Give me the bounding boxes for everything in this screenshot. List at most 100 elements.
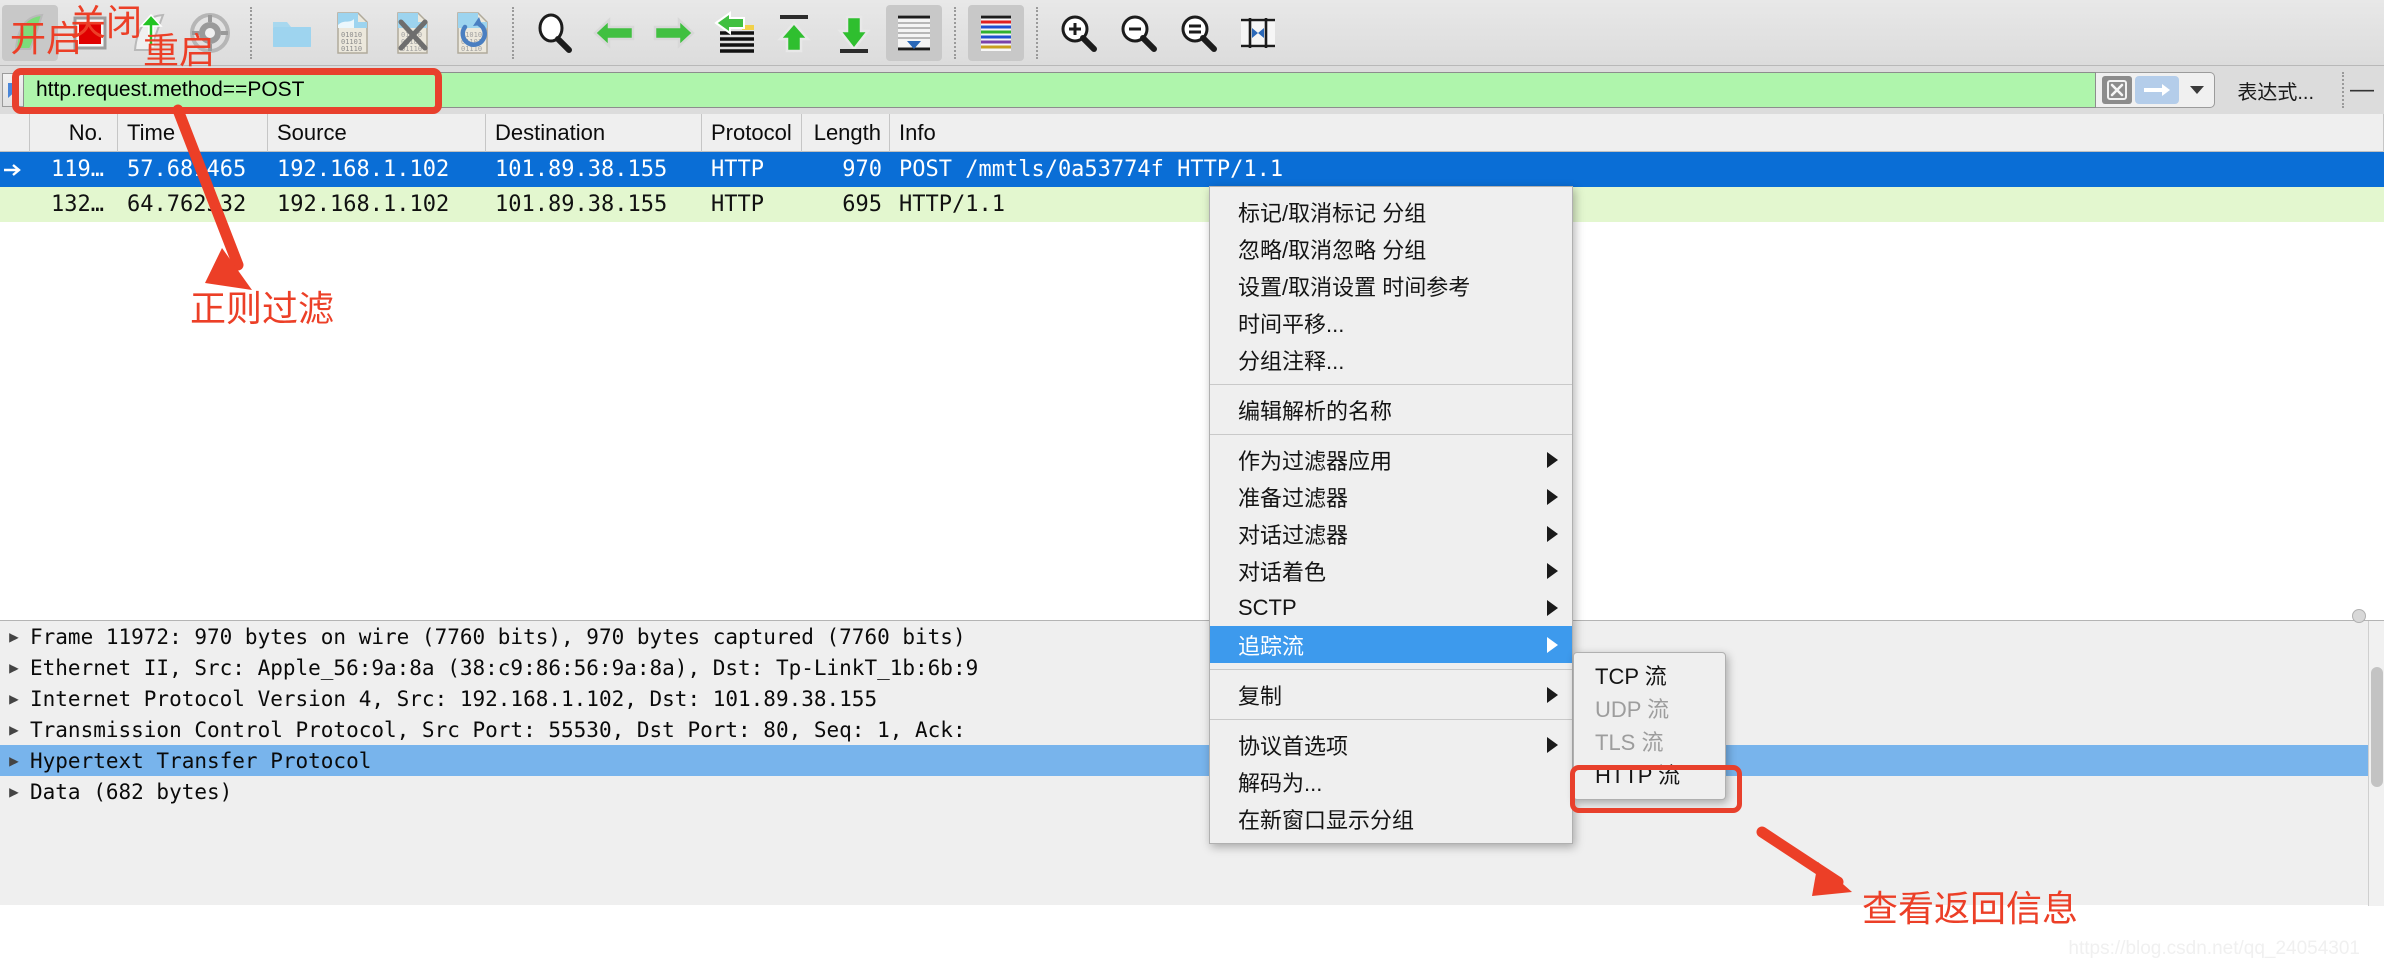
detail-text: Frame 11972: 970 bytes on wire (7760 bit… — [28, 625, 966, 649]
filter-separator — [2342, 72, 2344, 108]
main-toolbar: 01010 01101 01110 01010 01101 01110 0101… — [0, 0, 2384, 66]
column-header-info[interactable]: Info — [890, 114, 2384, 152]
filter-expression-button[interactable]: 表达式... — [2215, 76, 2336, 105]
column-header-length[interactable]: Length — [802, 114, 890, 152]
cell-length: 970 — [802, 152, 890, 187]
detail-row-ethernet[interactable]: ▶ Ethernet II, Src: Apple_56:9a:8a (38:c… — [0, 652, 2384, 683]
detail-row-data[interactable]: ▶ Data (682 bytes) — [0, 776, 2384, 807]
goto-packet-icon — [710, 11, 758, 55]
menu-item-packet-comment[interactable]: 分组注释... — [1210, 341, 1572, 378]
menu-item-mark-packet[interactable]: 标记/取消标记 分组 — [1210, 193, 1572, 230]
menu-item-label: 标记/取消标记 分组 — [1238, 196, 1558, 228]
table-row[interactable]: 132… 64.762332 192.168.1.102 101.89.38.1… — [0, 187, 2384, 222]
column-header-source[interactable]: Source — [268, 114, 486, 152]
file-close-icon: 01010 01101 01110 — [392, 10, 432, 56]
menu-item-show-packet-in-new-window[interactable]: 在新窗口显示分组 — [1210, 800, 1572, 837]
packet-context-menu[interactable]: 标记/取消标记 分组 忽略/取消忽略 分组 设置/取消设置 时间参考 时间平移.… — [1209, 186, 1573, 844]
apply-filter-button[interactable] — [2135, 76, 2179, 104]
expand-triangle-icon[interactable]: ▶ — [0, 689, 28, 708]
submenu-arrow-icon — [1547, 489, 1558, 505]
menu-item-ignore-packet[interactable]: 忽略/取消忽略 分组 — [1210, 230, 1572, 267]
submenu-arrow-icon — [1547, 526, 1558, 542]
menu-separator — [1210, 719, 1572, 720]
menu-item-prepare-filter[interactable]: 准备过滤器 — [1210, 478, 1572, 515]
cell-destination: 101.89.38.155 — [486, 187, 702, 222]
save-file-button[interactable]: 01010 01101 01110 — [324, 5, 380, 61]
submenu-arrow-icon — [1547, 600, 1558, 616]
scrollbar-thumb[interactable] — [2371, 667, 2383, 787]
menu-item-protocol-preferences[interactable]: 协议首选项 — [1210, 726, 1572, 763]
auto-scroll-button[interactable] — [886, 5, 942, 61]
cell-source: 192.168.1.102 — [268, 152, 486, 187]
menu-item-edit-resolved-name[interactable]: 编辑解析的名称 — [1210, 391, 1572, 428]
go-forward-button[interactable] — [646, 5, 702, 61]
detail-row-tcp[interactable]: ▶ Transmission Control Protocol, Src Por… — [0, 714, 2384, 745]
go-back-button[interactable] — [586, 5, 642, 61]
chevron-down-icon — [2189, 85, 2205, 95]
menu-item-label: 编辑解析的名称 — [1238, 394, 1558, 426]
display-filter-input[interactable] — [24, 73, 2095, 107]
folder-icon — [269, 13, 315, 53]
go-to-last-button[interactable] — [826, 5, 882, 61]
expand-triangle-icon[interactable]: ▶ — [0, 658, 28, 677]
zoom-in-button[interactable] — [1050, 5, 1106, 61]
packet-list-pane[interactable]: No. Time Source Destination Protocol Len… — [0, 114, 2384, 614]
table-row[interactable]: 119… 57.681465 192.168.1.102 101.89.38.1… — [0, 152, 2384, 187]
row-selection-marker — [0, 152, 30, 187]
column-header-protocol[interactable]: Protocol — [702, 114, 802, 152]
detail-text: Ethernet II, Src: Apple_56:9a:8a (38:c9:… — [28, 656, 978, 680]
find-packet-button[interactable] — [526, 5, 582, 61]
submenu-item-tcp-stream[interactable]: TCP 流 — [1574, 660, 1725, 693]
colorize-icon — [976, 11, 1016, 55]
menu-item-copy[interactable]: 复制 — [1210, 676, 1572, 713]
file-save-icon: 01010 01101 01110 — [332, 10, 372, 56]
zoom-out-icon — [1116, 11, 1160, 55]
menu-item-colorize-conversation[interactable]: 对话着色 — [1210, 552, 1572, 589]
menu-item-decode-as[interactable]: 解码为... — [1210, 763, 1572, 800]
menu-item-set-time-reference[interactable]: 设置/取消设置 时间参考 — [1210, 267, 1572, 304]
menu-item-follow-stream[interactable]: 追踪流 — [1210, 626, 1572, 663]
pane-resize-handle[interactable] — [2352, 609, 2366, 623]
menu-item-time-shift[interactable]: 时间平移... — [1210, 304, 1572, 341]
detail-vertical-scrollbar[interactable] — [2368, 621, 2384, 906]
menu-item-label: 作为过滤器应用 — [1238, 444, 1533, 476]
resize-columns-button[interactable] — [1230, 5, 1286, 61]
expand-triangle-icon[interactable]: ▶ — [0, 782, 28, 801]
colorize-packets-button[interactable] — [968, 5, 1024, 61]
detail-text: Transmission Control Protocol, Src Port:… — [28, 718, 966, 742]
clear-filter-button[interactable] — [2102, 76, 2132, 104]
wireshark-window: 01010 01101 01110 01010 01101 01110 0101… — [0, 0, 2384, 968]
packet-details-pane[interactable]: ▶ Frame 11972: 970 bytes on wire (7760 b… — [0, 620, 2384, 905]
toolbar-separator — [250, 7, 252, 59]
menu-item-conversation-filter[interactable]: 对话过滤器 — [1210, 515, 1572, 552]
detail-text: Internet Protocol Version 4, Src: 192.16… — [28, 687, 877, 711]
menu-item-sctp[interactable]: SCTP — [1210, 589, 1572, 626]
go-to-packet-button[interactable] — [706, 5, 762, 61]
open-file-button[interactable] — [264, 5, 320, 61]
expand-triangle-icon[interactable]: ▶ — [0, 720, 28, 739]
column-header-time[interactable]: Time — [118, 114, 268, 152]
follow-stream-submenu[interactable]: TCP 流 UDP 流 TLS 流 HTTP 流 — [1573, 652, 1726, 800]
column-header-destination[interactable]: Destination — [486, 114, 702, 152]
detail-row-frame[interactable]: ▶ Frame 11972: 970 bytes on wire (7760 b… — [0, 621, 2384, 652]
close-file-button[interactable]: 01010 01101 01110 — [384, 5, 440, 61]
menu-item-apply-as-filter[interactable]: 作为过滤器应用 — [1210, 441, 1572, 478]
menu-item-label: 设置/取消设置 时间参考 — [1238, 270, 1558, 302]
reload-file-button[interactable]: 01010 01101 01110 — [444, 5, 500, 61]
filter-bookmark-button[interactable] — [2, 73, 24, 107]
annotation-view-response-label: 查看返回信息 — [1862, 880, 2078, 932]
display-filter-field[interactable] — [23, 72, 2096, 108]
filter-history-dropdown-button[interactable] — [2183, 76, 2211, 104]
filter-buttons-group — [2096, 72, 2215, 108]
expand-triangle-icon[interactable]: ▶ — [0, 627, 28, 646]
go-to-first-button[interactable] — [766, 5, 822, 61]
zoom-out-button[interactable] — [1110, 5, 1166, 61]
column-header-no[interactable]: No. — [30, 114, 118, 152]
detail-row-http[interactable]: ▶ Hypertext Transfer Protocol — [0, 745, 2384, 776]
submenu-item-http-stream[interactable]: HTTP 流 — [1574, 759, 1725, 792]
expand-triangle-icon[interactable]: ▶ — [0, 751, 28, 770]
zoom-reset-button[interactable] — [1170, 5, 1226, 61]
detail-row-ipv4[interactable]: ▶ Internet Protocol Version 4, Src: 192.… — [0, 683, 2384, 714]
annotation-restart-label: 重启 — [143, 22, 215, 74]
filter-collapse-button[interactable]: — — [2350, 76, 2384, 104]
